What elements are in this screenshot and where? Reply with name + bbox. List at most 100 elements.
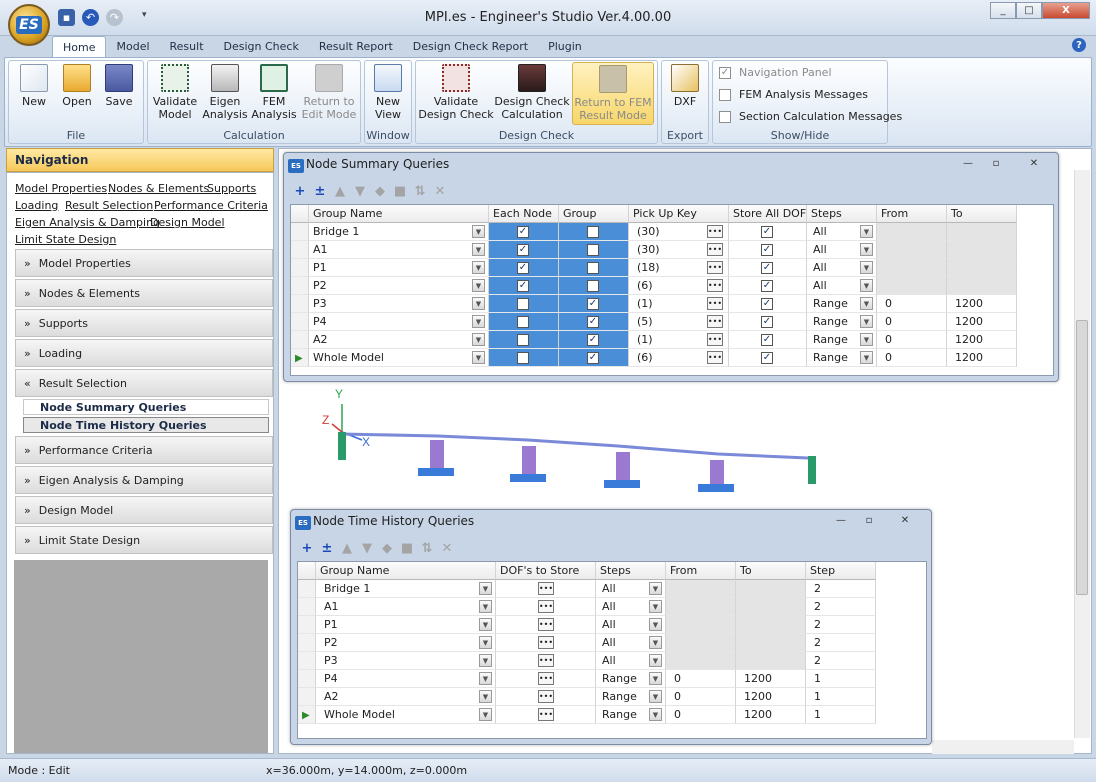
ellipsis-button[interactable]: •••	[538, 582, 554, 595]
steps-cell[interactable]: Range ▼	[596, 706, 666, 724]
group-name-cell[interactable]: P3 ▼	[309, 295, 489, 313]
to-cell[interactable]	[736, 634, 806, 652]
group-checkbox[interactable]: ✓	[587, 298, 599, 310]
group-name-cell[interactable]: Bridge 1 ▼	[316, 580, 496, 598]
nav-section-supports[interactable]: » Supports	[15, 309, 273, 337]
ellipsis-button[interactable]: •••	[538, 636, 554, 649]
tab-home[interactable]: Home	[52, 36, 107, 58]
copy-icon[interactable]: ■	[399, 540, 415, 556]
dropdown-arrow-icon[interactable]: ▼	[649, 618, 662, 631]
group-checkbox[interactable]	[587, 262, 599, 274]
to-cell[interactable]: 1200	[736, 688, 806, 706]
step-cell[interactable]: 2	[806, 616, 876, 634]
to-cell[interactable]: 1200	[736, 706, 806, 724]
each-node-cell[interactable]: ✓	[489, 277, 559, 295]
ellipsis-button[interactable]: •••	[707, 225, 723, 238]
horizontal-scrollbar[interactable]	[932, 740, 1074, 754]
fem-messages-toggle[interactable]: FEM Analysis Messages	[719, 88, 868, 101]
store-all-dof-cell[interactable]: ✓	[729, 331, 807, 349]
each-node-checkbox[interactable]	[517, 316, 529, 328]
dropdown-arrow-icon[interactable]: ▼	[860, 243, 873, 256]
nav-section-design-model[interactable]: » Design Model	[15, 496, 273, 524]
ellipsis-button[interactable]: •••	[538, 654, 554, 667]
nav-link-supports[interactable]: Supports	[207, 182, 256, 195]
tab-design-check[interactable]: Design Check	[214, 36, 309, 58]
sort-icon[interactable]: ⇅	[419, 540, 435, 556]
group-name-cell[interactable]: A1 ▼	[309, 241, 489, 259]
each-node-cell[interactable]: ✓	[489, 259, 559, 277]
new-button[interactable]: New	[16, 64, 52, 108]
to-cell[interactable]: 1200	[947, 331, 1017, 349]
tab-result-report[interactable]: Result Report	[309, 36, 403, 58]
dropdown-arrow-icon[interactable]: ▼	[649, 672, 662, 685]
step-cell[interactable]: 2	[806, 634, 876, 652]
dofs-to-store-cell[interactable]: •••	[496, 634, 596, 652]
filter-icon[interactable]: ◆	[379, 540, 395, 556]
group-name-cell[interactable]: P4 ▼	[316, 670, 496, 688]
filter-icon[interactable]: ◆	[372, 183, 388, 199]
group-cell[interactable]	[559, 259, 629, 277]
dropdown-arrow-icon[interactable]: ▼	[479, 636, 492, 649]
steps-cell[interactable]: Range ▼	[807, 331, 877, 349]
pick-up-key-cell[interactable]: (18) •••	[629, 259, 729, 277]
window-minimize-button[interactable]: —	[829, 513, 853, 527]
row-header[interactable]	[291, 331, 309, 349]
return-to-fem-button[interactable]: Return to FEM Result Mode	[572, 62, 654, 125]
step-cell[interactable]: 1	[806, 706, 876, 724]
nav-section-limit-state-design[interactable]: » Limit State Design	[15, 526, 273, 554]
group-name-cell[interactable]: Bridge 1 ▼	[309, 223, 489, 241]
row-header[interactable]	[291, 223, 309, 241]
dxf-export-button[interactable]: DXF	[666, 64, 704, 108]
move-up-icon[interactable]: ▲	[339, 540, 355, 556]
row-header[interactable]	[298, 580, 316, 598]
to-cell[interactable]	[947, 223, 1017, 241]
maximize-button[interactable]: □	[1016, 2, 1042, 19]
to-cell[interactable]	[947, 259, 1017, 277]
ellipsis-button[interactable]: •••	[538, 708, 554, 721]
group-name-cell[interactable]: A1 ▼	[316, 598, 496, 616]
store-all-dof-cell[interactable]: ✓	[729, 295, 807, 313]
store-all-dof-checkbox[interactable]: ✓	[761, 352, 773, 364]
nav-link-loading[interactable]: Loading	[15, 199, 58, 212]
steps-cell[interactable]: All ▼	[596, 580, 666, 598]
dropdown-arrow-icon[interactable]: ▼	[649, 636, 662, 649]
nav-link-limit-state-design[interactable]: Limit State Design	[15, 233, 116, 246]
ellipsis-button[interactable]: •••	[707, 351, 723, 364]
ellipsis-button[interactable]: •••	[707, 333, 723, 346]
eigen-analysis-button[interactable]: Eigen Analysis	[202, 64, 248, 121]
steps-cell[interactable]: All ▼	[807, 223, 877, 241]
new-view-button[interactable]: New View	[368, 64, 408, 121]
pick-up-key-cell[interactable]: (30) •••	[629, 241, 729, 259]
each-node-checkbox[interactable]	[517, 298, 529, 310]
help-icon[interactable]: ?	[1072, 38, 1086, 52]
group-checkbox[interactable]: ✓	[587, 316, 599, 328]
each-node-cell[interactable]: ✓	[489, 223, 559, 241]
steps-cell[interactable]: All ▼	[596, 616, 666, 634]
move-up-icon[interactable]: ▲	[332, 183, 348, 199]
each-node-checkbox[interactable]	[517, 352, 529, 364]
group-name-cell[interactable]: P2 ▼	[309, 277, 489, 295]
group-name-cell[interactable]: Whole Model ▼	[309, 349, 489, 367]
to-cell[interactable]	[947, 277, 1017, 295]
dropdown-arrow-icon[interactable]: ▼	[479, 672, 492, 685]
step-cell[interactable]: 2	[806, 580, 876, 598]
row-header[interactable]	[291, 313, 309, 331]
dropdown-arrow-icon[interactable]: ▼	[860, 261, 873, 274]
dropdown-arrow-icon[interactable]: ▼	[479, 654, 492, 667]
each-node-cell[interactable]	[489, 295, 559, 313]
nav-link-design-model[interactable]: Design Model	[150, 216, 225, 229]
store-all-dof-checkbox[interactable]: ✓	[761, 226, 773, 238]
steps-cell[interactable]: Range ▼	[596, 670, 666, 688]
store-all-dof-cell[interactable]: ✓	[729, 241, 807, 259]
dropdown-arrow-icon[interactable]: ▼	[860, 279, 873, 292]
design-check-calculation-button[interactable]: Design Check Calculation	[494, 64, 570, 121]
delete-icon[interactable]: ✕	[432, 183, 448, 199]
row-header[interactable]	[298, 652, 316, 670]
return-to-edit-button[interactable]: Return to Edit Mode	[302, 64, 356, 121]
group-checkbox[interactable]: ✓	[587, 334, 599, 346]
store-all-dof-checkbox[interactable]: ✓	[761, 244, 773, 256]
steps-cell[interactable]: All ▼	[596, 598, 666, 616]
pick-up-key-cell[interactable]: (30) •••	[629, 223, 729, 241]
dropdown-arrow-icon[interactable]: ▼	[860, 297, 873, 310]
store-all-dof-cell[interactable]: ✓	[729, 349, 807, 367]
